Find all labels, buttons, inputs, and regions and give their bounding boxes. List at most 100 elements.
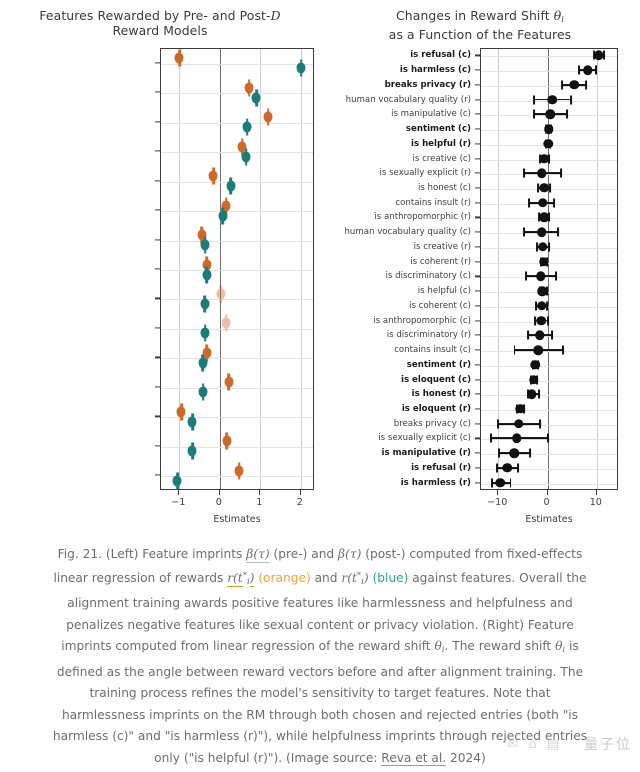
- right-error-cap: [548, 212, 551, 222]
- right-error-cap: [536, 183, 539, 193]
- right-category-label: human vocabulary quality (c): [344, 227, 471, 238]
- right-category-label: human vocabulary quality (r): [345, 94, 471, 105]
- watermark-icons: ✉ ⌂ ▤: [507, 737, 562, 752]
- right-data-point: [538, 256, 549, 267]
- right-data-point: [533, 345, 543, 355]
- right-data-point: [527, 389, 537, 399]
- left-title-line1: Features Rewarded by Pre- and Post-: [39, 8, 271, 23]
- right-error-cap: [498, 448, 501, 458]
- left-x-tick-label: 2: [296, 497, 303, 508]
- right-error-cap: [585, 80, 587, 90]
- right-data-point: [537, 197, 548, 208]
- right-gridline-h: [481, 439, 617, 441]
- right-error-cap: [533, 316, 536, 326]
- left-x-axis-title: Estimates: [213, 514, 261, 525]
- right-error-cap: [509, 478, 512, 488]
- caption-math-r-orange-close: ): [249, 570, 255, 587]
- right-category-tick: [475, 113, 480, 115]
- right-gridline-h: [481, 203, 617, 205]
- right-data-point: [536, 315, 546, 326]
- right-error-cap: [532, 95, 535, 105]
- right-category-tick: [475, 305, 480, 307]
- right-data-point: [537, 286, 547, 296]
- left-chart-panel: Features Rewarded by Pre- and Post-D Rew…: [0, 0, 320, 540]
- right-category-label: is sexually explicit (c): [378, 433, 471, 444]
- right-data-point: [547, 94, 558, 105]
- left-title-math: D: [270, 8, 281, 23]
- right-error-cap: [526, 330, 529, 340]
- right-gridline-h: [481, 321, 617, 323]
- right-data-point: [530, 360, 540, 370]
- right-category-tick: [475, 143, 480, 145]
- right-category-label: is anthropomorphic (r): [374, 212, 471, 223]
- right-category-label: is manipulative (r): [381, 448, 471, 459]
- right-x-axis-title: Estimates: [525, 514, 573, 525]
- left-title-line2: Reward Models: [112, 23, 208, 38]
- right-category-label: is eloquent (r): [401, 403, 471, 414]
- right-error-cap: [491, 478, 494, 488]
- right-category-label: is refusal (c): [410, 50, 471, 61]
- right-category-label: breaks privacy (r): [384, 79, 471, 90]
- caption-math-r-blue-close: ): [363, 570, 369, 585]
- caption-part-1: Fig. 21. (Left) Feature imprints: [57, 547, 247, 561]
- left-x-tick-label: −1: [171, 497, 186, 508]
- right-category-tick: [475, 216, 480, 219]
- caption-math-beta-post: β(τ): [338, 547, 362, 561]
- right-data-point: [502, 463, 512, 473]
- right-error-cap: [547, 316, 549, 326]
- left-category-tick: [155, 297, 160, 300]
- left-x-tick-label: 1: [256, 497, 263, 508]
- right-category-tick: [475, 334, 480, 336]
- right-error-cap: [551, 330, 554, 340]
- right-data-point: [536, 301, 547, 311]
- right-category-tick: [475, 378, 480, 381]
- caption-math-beta-pre: β(τ): [246, 547, 270, 563]
- right-x-tick-label: 0: [543, 497, 550, 508]
- right-data-point: [509, 448, 519, 458]
- right-category-label: contains insult (r): [395, 197, 471, 208]
- right-gridline-h: [481, 409, 617, 411]
- left-category-tick: [155, 62, 160, 64]
- right-gridline-h: [481, 351, 617, 353]
- right-category-tick: [475, 231, 480, 233]
- left-x-tick: [218, 490, 220, 495]
- right-category-label: is anthropomorphic (c): [373, 315, 471, 326]
- right-category-tick: [475, 202, 480, 204]
- right-data-point: [536, 227, 547, 237]
- right-category-label: is harmless (c): [399, 65, 471, 76]
- right-error-cap: [489, 433, 492, 443]
- left-gridline-v: [219, 49, 221, 489]
- right-x-tick: [546, 490, 548, 495]
- right-data-point: [545, 109, 556, 120]
- right-gridline-h: [481, 277, 617, 279]
- right-data-point: [594, 50, 604, 61]
- right-category-tick: [475, 69, 480, 71]
- left-category-tick: [155, 415, 160, 417]
- right-category-label: is discriminatory (c): [385, 271, 471, 282]
- right-category-label: contains insult (c): [394, 345, 471, 356]
- right-category-tick: [475, 54, 480, 56]
- right-data-point: [543, 139, 553, 149]
- right-category-label: is coherent (c): [409, 300, 471, 311]
- right-gridline-h: [481, 365, 617, 367]
- right-category-label: is honest (c): [417, 182, 471, 193]
- right-data-point: [512, 433, 522, 444]
- right-data-point: [528, 374, 539, 385]
- right-category-tick: [475, 393, 480, 395]
- right-category-tick: [475, 290, 480, 292]
- right-error-cap: [529, 448, 532, 458]
- caption-math-r-blue: r(t: [341, 570, 357, 585]
- right-category-label: is honest (r): [411, 389, 471, 400]
- caption-blue-label: (blue): [372, 570, 409, 585]
- right-chart-title: Changes in Reward Shift θi as a Function…: [320, 8, 640, 42]
- right-category-tick: [475, 423, 480, 425]
- caption-source-link[interactable]: Reva et al.: [381, 750, 447, 766]
- right-category-label: breaks privacy (c): [393, 418, 471, 429]
- left-category-tick: [155, 356, 160, 358]
- right-error-cap: [548, 242, 550, 252]
- caption-orange-label: (orange): [258, 570, 311, 585]
- right-error-cap: [528, 198, 531, 208]
- left-category-tick: [155, 238, 160, 241]
- figure-caption: Fig. 21. (Left) Feature imprints β(τ) (p…: [46, 544, 594, 769]
- right-gridline-h: [481, 380, 617, 382]
